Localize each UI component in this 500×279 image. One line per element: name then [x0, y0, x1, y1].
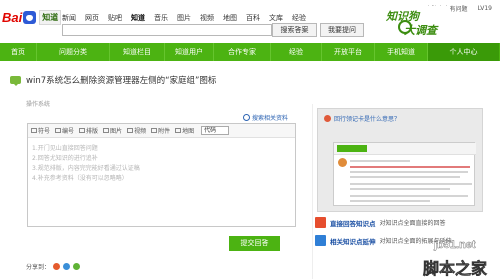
topnav-item-active[interactable]: 知道 [131, 13, 145, 23]
direct-answer-link[interactable]: 直接回答知识点 对知识点全面直接的回答 [315, 217, 446, 228]
watermark-site: 脚本之家 [423, 259, 488, 279]
preview-line [350, 160, 410, 162]
hint-line: 4.补充参考资料（没有可以忽略略） [32, 175, 128, 182]
topnav-item[interactable]: 经验 [292, 13, 306, 23]
editor-hints: 1.开门见山直接回答问题 2.回答尤知识的进行追补 3.规范排版，内容完完能好看… [28, 138, 295, 184]
nav-personal-center[interactable]: 个人中心 [428, 43, 499, 61]
extension-title: 相关知识点延伸 [330, 237, 376, 246]
attachment-icon [151, 128, 158, 133]
code-select[interactable]: 代码 [201, 126, 230, 135]
nav-users[interactable]: 知道用户 [165, 43, 213, 61]
avatar [338, 158, 347, 167]
top-header: Bai 知道 新闻 网页 贴吧 知道 音乐 图片 视频 地图 百科 文库 经验 … [0, 0, 500, 38]
share-bar: 分享到： [26, 262, 81, 271]
preview-line [350, 166, 470, 168]
extension-link[interactable]: 相关知识点延伸 对知识点全面的拓展与延伸 [315, 235, 452, 246]
symbol-icon [31, 128, 37, 133]
direct-answer-desc: 对知识点全面直接的回答 [379, 220, 446, 227]
logo-zhidao: 知道 [39, 9, 62, 25]
preview-line [350, 200, 430, 202]
main-nav-bar: 首页 问题分类 知道栏目 知道用户 合作专家 经验 开放平台 手机知道 个人中心 [0, 43, 500, 61]
direct-answer-icon [315, 217, 326, 228]
search-input[interactable] [62, 24, 272, 36]
question-title-row: win7系统怎么删除资源管理器左侧的“家庭组”图标 [10, 74, 216, 86]
topnav-item[interactable]: 网页 [85, 13, 99, 23]
question-title: win7系统怎么删除资源管理器左侧的“家庭组”图标 [26, 76, 217, 86]
preview-line [350, 195, 468, 197]
toolbar-symbol[interactable]: 符号 [31, 126, 50, 135]
toolbar-layout[interactable]: 排版 [79, 126, 98, 135]
map-icon [175, 128, 182, 133]
preview-line [350, 171, 468, 173]
search-button[interactable]: 搜索答案 [272, 23, 317, 37]
editor-toolbar: 符号 编号 排版 图片 视频 附件 地图 代码 [28, 124, 295, 138]
topnav-item[interactable]: 音乐 [154, 13, 168, 23]
hint-line: 3.规范排版，内容完完能好看通过认证稿 [32, 165, 140, 172]
preview-line [350, 176, 460, 178]
topnav-item[interactable]: 地图 [223, 13, 237, 23]
weibo-share-icon[interactable] [53, 263, 61, 270]
nav-categories[interactable]: 问题分类 [37, 43, 109, 61]
numbering-icon [55, 128, 62, 133]
extension-icon [315, 235, 326, 246]
topnav-item[interactable]: 文库 [269, 13, 283, 23]
video-icon [127, 128, 134, 133]
nav-home[interactable]: 首页 [0, 43, 36, 61]
nav-mobile[interactable]: 手机知道 [375, 43, 427, 61]
direct-answer-title: 直接回答知识点 [330, 219, 376, 228]
preview-line [350, 188, 450, 190]
hint-line: 2.回答尤知识的进行追补 [32, 155, 98, 162]
topnav-item[interactable]: 贴吧 [108, 13, 122, 23]
qzone-share-icon[interactable] [63, 263, 71, 270]
layout-icon [79, 128, 86, 133]
toolbar-image[interactable]: 图片 [103, 126, 122, 135]
topnav-item[interactable]: 百科 [246, 13, 260, 23]
search-resources-label: 搜索相关资料 [252, 115, 289, 122]
search-resources-link[interactable]: 搜索相关资料 [243, 113, 288, 122]
clock-icon [324, 115, 331, 122]
promo-head: 回行领记卡是什么意思？ [324, 114, 400, 123]
search-icon [243, 114, 250, 121]
submit-answer-button[interactable]: 提交回答 [229, 236, 280, 251]
preview-header [334, 143, 476, 155]
question-bubble-icon [10, 74, 22, 86]
promo-head-text: 回行领记卡是什么意思？ [334, 116, 401, 123]
nav-experts[interactable]: 合作专家 [214, 43, 270, 61]
nav-open-platform[interactable]: 开放平台 [322, 43, 374, 61]
topnav-item[interactable]: 图片 [177, 13, 191, 23]
logo-text: Bai [2, 9, 23, 25]
ask-question-button[interactable]: 我要提问 [320, 23, 364, 37]
toolbar-attachment[interactable]: 附件 [151, 126, 170, 135]
toolbar-map[interactable]: 地图 [175, 126, 194, 135]
share-label: 分享到： [26, 264, 51, 271]
question-category[interactable]: 操作系统 [26, 99, 50, 108]
user-level: LV19 [477, 5, 492, 12]
paw-icon [23, 10, 37, 24]
right-panel: 回行领记卡是什么意思？ 直接回答知识点 对知识点全面直接的回答 相关知识点延伸 … [312, 104, 488, 279]
image-icon [103, 128, 110, 133]
preview-header-bar [337, 145, 367, 152]
nav-columns[interactable]: 知道栏目 [110, 43, 164, 61]
banner-line2: 大调查 [404, 25, 437, 37]
baidu-zhidao-logo[interactable]: Bai 知道 [2, 8, 62, 26]
hint-line: 1.开门见山直接回答问题 [32, 145, 98, 152]
preview-line [350, 183, 472, 185]
promo-card[interactable]: 回行领记卡是什么意思？ [317, 108, 483, 212]
promo-preview-card [333, 142, 476, 206]
watermark-url: jb51.net [434, 239, 476, 251]
wechat-share-icon[interactable] [73, 263, 81, 270]
topnav-item[interactable]: 新闻 [62, 13, 76, 23]
nav-experience[interactable]: 经验 [271, 43, 321, 61]
promo-banner[interactable]: 知识狗 大调查 [380, 6, 450, 38]
top-nav: 新闻 网页 贴吧 知道 音乐 图片 视频 地图 百科 文库 经验 [62, 13, 315, 23]
answer-editor[interactable]: 符号 编号 排版 图片 视频 附件 地图 代码 1.开门见山直接回答问题 2.回… [27, 123, 296, 227]
toolbar-video[interactable]: 视频 [127, 126, 146, 135]
topnav-item[interactable]: 视频 [200, 13, 214, 23]
toolbar-numbering[interactable]: 编号 [55, 126, 74, 135]
